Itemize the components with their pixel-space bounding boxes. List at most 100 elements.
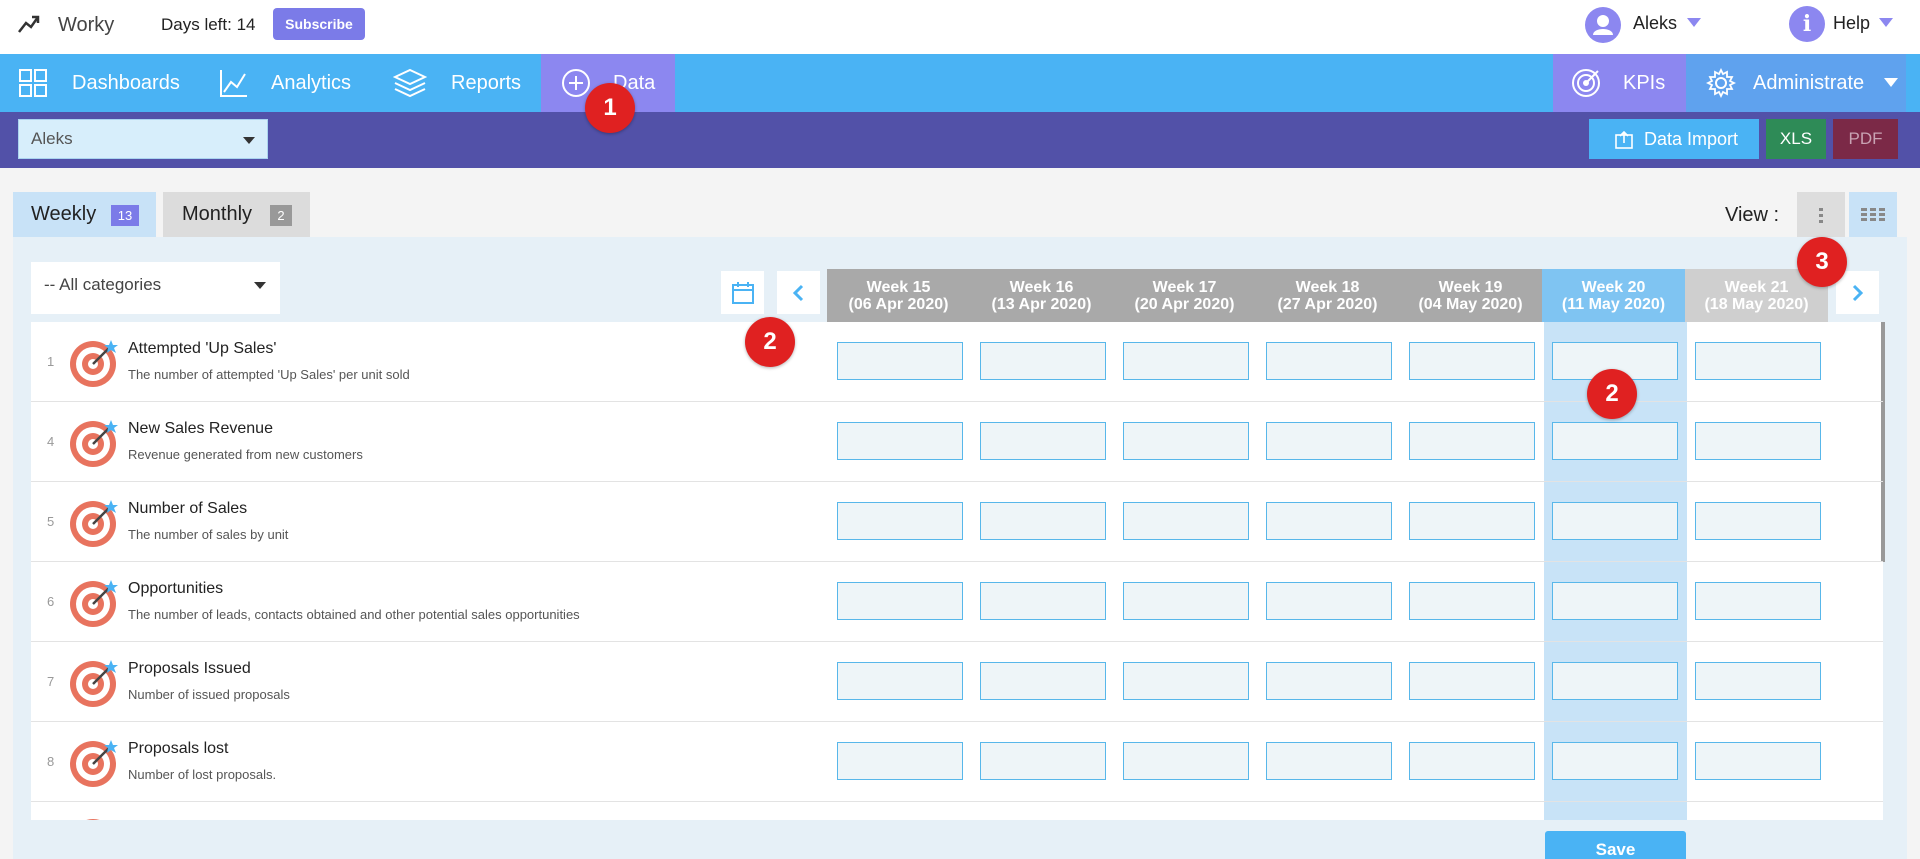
top-bar: Worky Days left: 14 Subscribe Aleks i He…: [0, 0, 1920, 54]
week-start-date: (20 Apr 2020): [1134, 296, 1235, 313]
kpi-value-input[interactable]: [1695, 422, 1821, 460]
kpi-value-input[interactable]: [1695, 742, 1821, 780]
kpi-value-input[interactable]: [1695, 342, 1821, 380]
kpi-description: Number of issued proposals: [128, 687, 290, 702]
kpi-number: 7: [47, 674, 55, 689]
target-icon: [86, 819, 100, 820]
kpi-value-input[interactable]: [1409, 342, 1535, 380]
info-icon[interactable]: i: [1789, 6, 1825, 42]
kpi-value-input[interactable]: [980, 662, 1106, 700]
kpi-value-input[interactable]: [1695, 662, 1821, 700]
nav-dashboards-label: Dashboards: [72, 72, 180, 94]
kpi-value-input[interactable]: [837, 502, 963, 540]
calendar-icon: [732, 282, 754, 304]
kpi-value-input[interactable]: [1695, 582, 1821, 620]
kpi-description: Revenue generated from new customers: [128, 447, 363, 462]
tab-weekly[interactable]: Weekly 13: [13, 192, 156, 237]
administrate-caret-icon: [1884, 78, 1898, 87]
save-button[interactable]: Save: [1545, 831, 1686, 859]
nav-reports[interactable]: Reports: [378, 54, 541, 112]
user-menu-caret-icon[interactable]: [1687, 18, 1701, 27]
kpi-value-input[interactable]: [1552, 422, 1678, 460]
week-start-date: (18 May 2020): [1704, 296, 1809, 313]
kpi-value-input[interactable]: [1123, 342, 1249, 380]
kpi-value-input[interactable]: [1552, 582, 1678, 620]
nav-administrate[interactable]: Administrate: [1686, 54, 1906, 112]
layers-icon: [393, 68, 427, 98]
list-view-icon: [1819, 208, 1823, 223]
kpi-value-input[interactable]: [980, 342, 1106, 380]
kpi-title[interactable]: Number of Sales: [128, 500, 247, 518]
kpi-value-input[interactable]: [1695, 502, 1821, 540]
kpi-value-input[interactable]: [1409, 502, 1535, 540]
kpi-value-input[interactable]: [1409, 662, 1535, 700]
week-start-date: (04 May 2020): [1418, 296, 1523, 313]
kpi-title[interactable]: Proposals Issued: [128, 660, 251, 678]
nav-analytics[interactable]: Analytics: [200, 54, 378, 112]
help-menu[interactable]: Help: [1833, 13, 1870, 34]
kpi-value-input[interactable]: [1266, 342, 1392, 380]
kpi-title[interactable]: New Sales Revenue: [128, 420, 273, 438]
kpi-value-input[interactable]: [837, 582, 963, 620]
kpi-value-input[interactable]: [980, 742, 1106, 780]
kpi-value-input[interactable]: [837, 342, 963, 380]
kpi-value-input[interactable]: [837, 742, 963, 780]
kpi-value-input[interactable]: [980, 422, 1106, 460]
kpi-value-input[interactable]: [1123, 422, 1249, 460]
view-list-button[interactable]: [1797, 192, 1845, 238]
kpi-value-input[interactable]: [1552, 502, 1678, 540]
kpi-title[interactable]: Proposals lost: [128, 740, 229, 758]
kpi-value-input[interactable]: [1409, 582, 1535, 620]
week-column-header: Week 17 (20 Apr 2020): [1113, 269, 1256, 322]
kpi-value-input[interactable]: [1123, 662, 1249, 700]
target-icon: [67, 738, 119, 790]
kpi-value-input[interactable]: [1123, 742, 1249, 780]
week-number: Week 15: [866, 279, 931, 296]
view-grid-button[interactable]: [1849, 192, 1897, 238]
chevron-left-icon: [792, 284, 804, 302]
tab-monthly-count-badge: 2: [270, 205, 292, 226]
main-nav: Dashboards Analytics Reports Data KPIs A…: [0, 54, 1920, 112]
target-icon: [67, 338, 119, 390]
data-import-button[interactable]: Data Import: [1589, 119, 1759, 159]
kpi-value-input[interactable]: [1123, 582, 1249, 620]
kpi-value-input[interactable]: [980, 502, 1106, 540]
user-name[interactable]: Aleks: [1633, 13, 1677, 34]
week-number: Week 17: [1152, 279, 1217, 296]
nav-dashboards[interactable]: Dashboards: [0, 54, 200, 112]
kpi-title[interactable]: Attempted 'Up Sales': [128, 340, 276, 358]
kpi-value-input[interactable]: [1266, 742, 1392, 780]
subscribe-button[interactable]: Subscribe: [273, 8, 365, 40]
category-filter-select[interactable]: -- All categories: [31, 262, 280, 314]
user-icon: [1593, 15, 1613, 35]
nav-kpis[interactable]: KPIs: [1553, 54, 1686, 112]
kpi-value-input[interactable]: [837, 662, 963, 700]
kpi-value-input[interactable]: [1266, 582, 1392, 620]
kpi-value-input[interactable]: [1266, 502, 1392, 540]
next-week-button[interactable]: [1836, 271, 1879, 314]
previous-week-button[interactable]: [777, 271, 820, 314]
view-label: View :: [1725, 204, 1780, 226]
trial-days-left: Days left: 14: [161, 15, 256, 34]
kpi-value-input[interactable]: [1409, 422, 1535, 460]
kpi-value-input[interactable]: [1409, 742, 1535, 780]
week-number: Week 16: [1009, 279, 1074, 296]
pdf-export-button[interactable]: PDF: [1833, 119, 1898, 159]
kpi-number: 4: [47, 434, 55, 449]
kpi-value-input[interactable]: [1552, 662, 1678, 700]
kpi-value-input[interactable]: [1266, 422, 1392, 460]
kpi-description: Number of lost proposals.: [128, 767, 277, 782]
help-menu-caret-icon[interactable]: [1879, 18, 1893, 27]
user-avatar[interactable]: [1585, 7, 1621, 43]
kpi-value-input[interactable]: [980, 582, 1106, 620]
kpi-value-input[interactable]: [837, 422, 963, 460]
kpi-title[interactable]: Opportunities: [128, 580, 223, 598]
kpi-value-input[interactable]: [1552, 742, 1678, 780]
calendar-button[interactable]: [721, 271, 764, 314]
kpi-value-input[interactable]: [1266, 662, 1392, 700]
xls-export-button[interactable]: XLS: [1766, 119, 1826, 159]
kpi-value-input[interactable]: [1123, 502, 1249, 540]
tab-monthly[interactable]: Monthly 2: [163, 192, 310, 237]
user-select[interactable]: Aleks: [18, 119, 268, 159]
nav-kpis-label: KPIs: [1623, 72, 1666, 94]
